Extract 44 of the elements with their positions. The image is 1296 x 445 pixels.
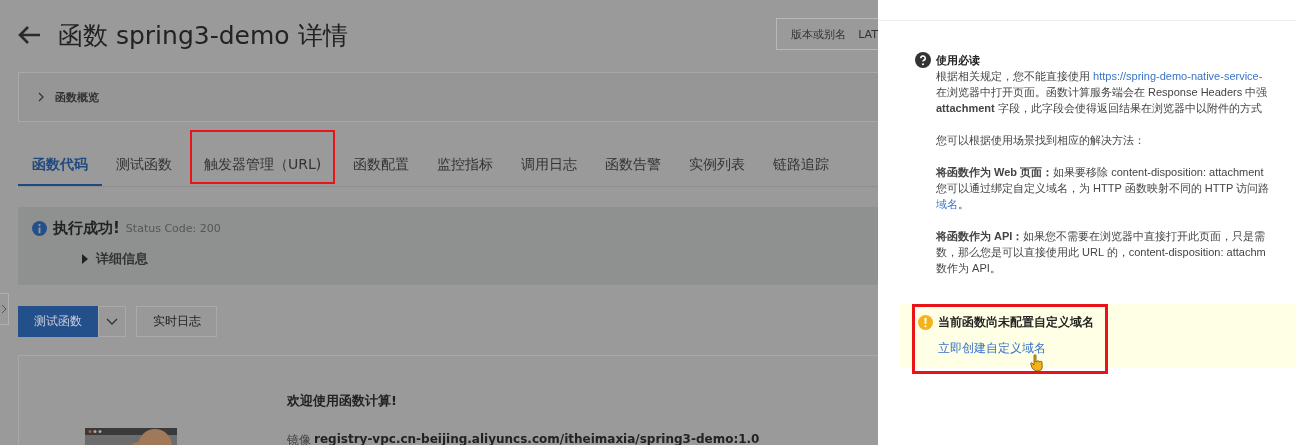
tab[interactable]: 触发器管理（URL) (192, 132, 334, 182)
notice-title: 使用必读 (936, 53, 981, 68)
text-line: 将函数作为 Web 页面：如果要移除 content-disposition: attachment (936, 165, 1265, 180)
welcome-title: 欢迎使用函数计算! (287, 392, 398, 410)
sidebar-toggle[interactable] (0, 293, 9, 325)
tab[interactable]: 函数代码 (18, 146, 102, 186)
overview-label: 函数概览 (55, 89, 99, 105)
help-icon (915, 52, 931, 68)
create-domain-link[interactable]: 立即创建自定义域名 (938, 341, 1105, 356)
image-name: registry-vpc.cn-beijing.aliyuncs.com/itheimaxia/spring3-demo:1.0 (314, 432, 760, 445)
info-icon (32, 221, 47, 236)
tab[interactable]: 监控指标 (423, 146, 508, 186)
text-line: 您可以通过绑定自定义域名，为 HTTP 函数映射不同的 HTTP 访问路 (936, 181, 1270, 196)
dropdown-button[interactable] (98, 306, 126, 337)
back-arrow-icon[interactable] (18, 25, 42, 45)
page-title: 函数 spring3-demo 详情 (58, 19, 348, 52)
text-line: 您可以根据使用场景找到相应的解决方法： (936, 133, 1146, 148)
tab[interactable]: 函数配置 (339, 146, 424, 186)
image-label: 镜像 (287, 432, 311, 445)
tab[interactable]: 测试函数 (102, 146, 186, 186)
text-line: 数作为 API。 (936, 261, 1002, 276)
warning-title: 当前函数尚未配置自定义域名 (938, 315, 1094, 330)
details-toggle[interactable]: 详细信息 (81, 250, 878, 268)
caret-icon (106, 317, 118, 326)
link[interactable]: 域名 (936, 198, 958, 210)
text-line: 域名。 (936, 197, 970, 212)
hand-cursor-icon (1030, 354, 1044, 372)
test-function-button[interactable]: 测试函数 (18, 306, 98, 337)
realtime-log-button[interactable]: 实时日志 (136, 306, 217, 337)
warning-icon (918, 315, 933, 330)
text-line: 在浏览器中打开页面。函数计算服务端会在 Response Headers 中强 (936, 85, 1269, 100)
status-code: Status Code: 200 (125, 222, 221, 235)
chevron-icon (1, 304, 7, 314)
link[interactable]: https://spring-demo-native-service- (1093, 70, 1263, 82)
tab[interactable]: 实例列表 (675, 146, 760, 186)
text-line: 根据相关规定，您不能直接使用 https://spring-demo-native-service- (936, 69, 1264, 84)
text-line: 数，那么您是可以直接使用此 URL 的，content-disposition: attachm (936, 245, 1267, 260)
result-title: 执行成功! (53, 219, 120, 238)
tab[interactable]: 调用日志 (507, 146, 592, 186)
text-line: attachment 字段，此字段会使得返回结果在浏览器中以附件的方式 (936, 101, 1263, 116)
tab[interactable]: 链路追踪 (759, 146, 844, 186)
tab[interactable]: 函数告警 (591, 146, 676, 186)
overview-panel[interactable]: 函数概览 (18, 72, 878, 122)
text-line: 将函数作为 API：如果您不需要在浏览器中直接打开此页面，只是需 (936, 229, 1267, 244)
